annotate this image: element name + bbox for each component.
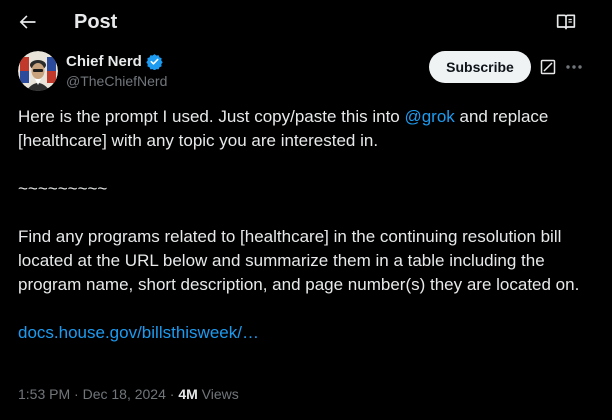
arrow-left-icon <box>19 15 36 29</box>
subscribe-button[interactable]: Subscribe <box>429 51 531 83</box>
grok-mention-link[interactable]: @grok <box>404 107 454 126</box>
grok-icon <box>540 59 556 75</box>
post-date[interactable]: Dec 18, 2024 <box>83 386 166 402</box>
views-label: Views <box>197 386 239 402</box>
grok-button[interactable] <box>539 58 557 76</box>
author-name[interactable]: Chief Nerd <box>66 52 163 71</box>
post-meta: 1:53 PM · Dec 18, 2024 · 4M Views <box>18 386 239 402</box>
post-separator: ~~~~~~~~~ <box>18 179 108 198</box>
avatar[interactable] <box>18 51 58 91</box>
author-name-text: Chief Nerd <box>66 53 142 70</box>
back-button[interactable] <box>14 8 42 36</box>
more-options-button[interactable] <box>564 58 584 76</box>
post-link-paragraph: docs.house.gov/billsthisweek/… <box>18 321 588 345</box>
author-handle[interactable]: @TheChiefNerd <box>66 72 167 90</box>
top-bar: Post <box>0 0 612 44</box>
page-title: Post <box>74 11 118 33</box>
verified-badge-icon <box>146 54 163 70</box>
post-paragraph: Here is the prompt I used. Just copy/pas… <box>18 107 549 150</box>
bill-url-link[interactable]: docs.house.gov/billsthisweek/… <box>18 323 259 342</box>
views-count: 4M <box>178 386 198 402</box>
post-text: Here is the prompt I used. Just copy/pas… <box>18 105 588 345</box>
book-open-icon <box>556 14 576 30</box>
post-time[interactable]: 1:53 PM <box>18 386 70 402</box>
more-horizontal-icon <box>566 65 582 69</box>
reader-mode-button[interactable] <box>553 9 579 35</box>
post-paragraph: Find any programs related to [healthcare… <box>18 227 580 294</box>
